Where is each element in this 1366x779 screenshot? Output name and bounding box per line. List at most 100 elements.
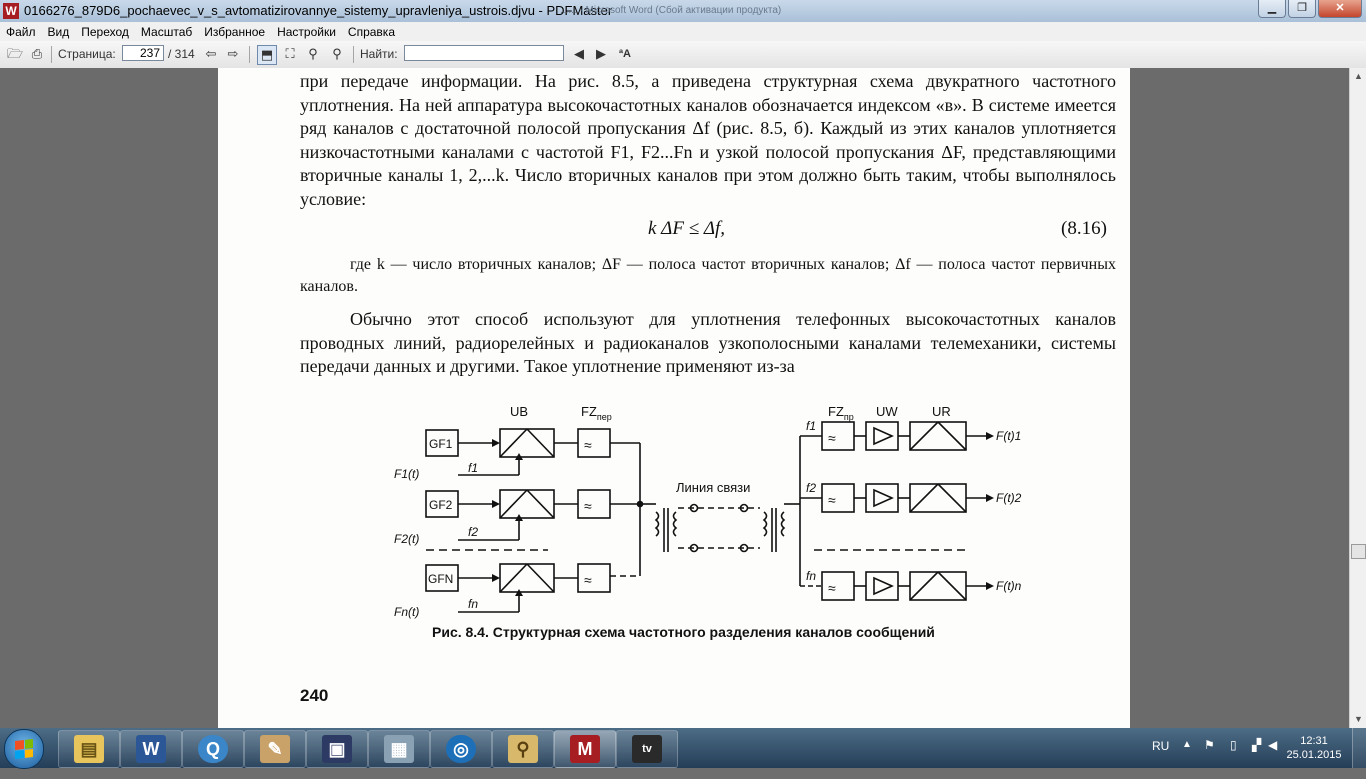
page-total: / 314 xyxy=(168,47,195,61)
calculator-icon: ▦ xyxy=(384,735,414,763)
rx-carrier-n-label: fn xyxy=(806,569,816,583)
find-input[interactable] xyxy=(404,45,564,61)
vertical-scrollbar[interactable]: ▲ ▼ xyxy=(1349,68,1366,728)
zoom-out-icon[interactable]: ⚲ xyxy=(304,45,322,63)
menu-help[interactable]: Справка xyxy=(342,25,401,39)
menu-bar: Файл Вид Переход Масштаб Избранное Настр… xyxy=(0,22,1366,41)
show-desktop-button[interactable] xyxy=(1352,728,1366,768)
maximize-button[interactable]: ❐ xyxy=(1288,0,1316,18)
zoom-in-icon[interactable]: ⚲ xyxy=(328,45,346,63)
rx-carrier-2-label: f2 xyxy=(806,481,816,495)
title-bar: W 0166276_879D6_pochaevec_v_s_avtomatizi… xyxy=(0,0,1366,23)
find-label: Найти: xyxy=(360,47,398,61)
page-number-input[interactable] xyxy=(122,45,164,61)
toolbar-divider xyxy=(249,46,250,63)
taskbar-save[interactable]: ▣ xyxy=(306,730,368,768)
network-signal-icon[interactable]: ▞ xyxy=(1252,738,1261,778)
rx-filter-1-box xyxy=(821,421,855,451)
language-indicator[interactable]: RU xyxy=(1152,739,1169,779)
scroll-thumb[interactable] xyxy=(1351,544,1366,559)
taskbar-calculator[interactable]: ▦ xyxy=(368,730,430,768)
match-case-icon[interactable]: ªA xyxy=(616,45,634,63)
output-n-label: F(t)n xyxy=(996,579,1022,593)
taskbar-tv[interactable]: tv xyxy=(616,730,678,768)
menu-zoom[interactable]: Масштаб xyxy=(135,25,198,39)
find-next-icon[interactable]: ▶ xyxy=(592,45,610,63)
show-hidden-icons-icon[interactable]: ▲ xyxy=(1182,739,1192,779)
find-previous-icon[interactable]: ◀ xyxy=(570,45,588,63)
volume-icon[interactable]: ◀ xyxy=(1268,738,1277,778)
taskbar-browser[interactable]: ◎ xyxy=(430,730,492,768)
action-center-flag-icon[interactable]: ⚑ xyxy=(1204,738,1215,778)
svg-text:≈: ≈ xyxy=(828,580,836,596)
carrier-1-label: f1 xyxy=(468,461,478,475)
input-n-label: Fn(t) xyxy=(394,605,419,619)
forward-arrow-icon[interactable]: ⇨ xyxy=(224,45,242,63)
menu-view[interactable]: Вид xyxy=(42,25,76,39)
toolbar-divider xyxy=(353,46,354,63)
taskbar-pdfmaster[interactable]: M xyxy=(554,730,616,768)
start-button[interactable] xyxy=(4,729,44,769)
open-folder-icon[interactable]: 🗁 xyxy=(6,45,24,63)
window-title: 0166276_879D6_pochaevec_v_s_avtomatiziro… xyxy=(24,3,613,18)
minimize-button[interactable]: ▁ xyxy=(1258,0,1286,18)
magnifier-icon: ⚲ xyxy=(508,735,538,763)
close-button[interactable]: ✕ xyxy=(1318,0,1362,18)
taskbar-search[interactable]: ⚲ xyxy=(492,730,554,768)
carrier-n-label: fn xyxy=(468,597,478,611)
figure-caption: Рис. 8.4. Структурная схема частотного р… xyxy=(432,624,935,640)
label-ub: UB xyxy=(510,404,528,419)
menu-file[interactable]: Файл xyxy=(0,25,42,39)
output-2-label: F(t)2 xyxy=(996,491,1022,505)
svg-text:≈: ≈ xyxy=(584,437,592,453)
taskbar: ▤ W Q ✎ ▣ ▦ ◎ ⚲ M tv RU ▲ ⚑ ▯ ▞ ◀ 12:31 … xyxy=(0,728,1366,769)
output-1-label: F(t)1 xyxy=(996,429,1021,443)
line-label: Линия связи xyxy=(676,480,750,495)
fit-width-icon[interactable]: ⛶ xyxy=(281,45,299,63)
battery-icon[interactable]: ▯ xyxy=(1230,738,1237,778)
label-fz-pr: FZпр xyxy=(828,404,854,422)
document-page: при передаче информации. На рис. 8.5, а … xyxy=(218,68,1130,728)
modulator-1-box xyxy=(499,428,555,458)
rx-carrier-1-label: f1 xyxy=(806,419,816,433)
menu-settings[interactable]: Настройки xyxy=(271,25,342,39)
svg-text:≈: ≈ xyxy=(828,430,836,446)
svg-text:≈: ≈ xyxy=(584,498,592,514)
modulator-n-box xyxy=(499,563,555,593)
rx-filter-2-box xyxy=(821,483,855,513)
clock-time: 12:31 xyxy=(1300,735,1328,747)
rx-filter-n-box xyxy=(821,571,855,601)
palette-icon: ✎ xyxy=(260,735,290,763)
paragraph-2: где k — число вторичных каналов; ΔF — по… xyxy=(300,256,1116,295)
svg-text:≈: ≈ xyxy=(584,572,592,588)
scroll-down-icon[interactable]: ▼ xyxy=(1350,711,1366,728)
app-icon[interactable]: W xyxy=(3,3,19,19)
taskbar-explorer[interactable]: ▤ xyxy=(58,730,120,768)
fit-page-icon[interactable]: ⬒ xyxy=(257,45,277,65)
paragraph-1: при передаче информации. На рис. 8.5, а … xyxy=(300,71,1116,209)
carrier-2-label: f2 xyxy=(468,525,478,539)
floppy-icon: ▣ xyxy=(322,735,352,763)
back-arrow-icon[interactable]: ⇦ xyxy=(202,45,220,63)
rx-demodulator-2-box xyxy=(909,483,967,513)
scroll-up-icon[interactable]: ▲ xyxy=(1350,68,1366,85)
print-icon[interactable]: ⎙ xyxy=(28,45,46,63)
modulator-2-box xyxy=(499,489,555,519)
taskbar-quicktime[interactable]: Q xyxy=(182,730,244,768)
svg-text:≈: ≈ xyxy=(828,492,836,508)
taskbar-word[interactable]: W xyxy=(120,730,182,768)
label-uw: UW xyxy=(876,404,898,419)
menu-go[interactable]: Переход xyxy=(75,25,135,39)
rx-demodulator-n-box xyxy=(909,571,967,601)
generator-2-label: GF2 xyxy=(429,498,453,512)
generator-n-label: GFN xyxy=(428,572,453,586)
toolbar-divider xyxy=(51,46,52,63)
paragraph-3: Обычно этот способ используют для уплотн… xyxy=(300,309,1116,376)
globe-icon: ◎ xyxy=(446,735,476,763)
page-label: Страница: xyxy=(58,47,116,61)
clock[interactable]: 12:31 25.01.2015 xyxy=(1284,734,1344,762)
windows-logo-icon xyxy=(15,739,33,759)
filter-2-box xyxy=(577,489,611,519)
taskbar-paint[interactable]: ✎ xyxy=(244,730,306,768)
menu-favorites[interactable]: Избранное xyxy=(198,25,271,39)
